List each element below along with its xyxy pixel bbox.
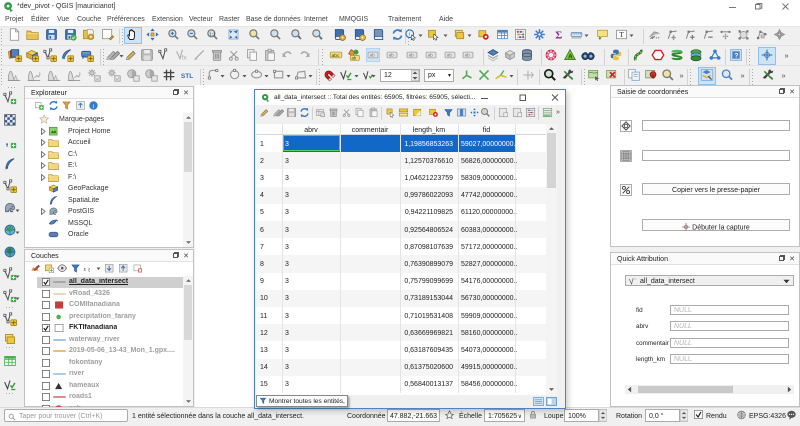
svg-text:ab: ab xyxy=(465,53,471,58)
svg-text:ε: ε xyxy=(84,267,87,273)
svg-text:ab: ab xyxy=(370,53,376,58)
svg-text:fx: fx xyxy=(182,55,188,62)
svg-text:»: » xyxy=(740,71,744,80)
svg-text:++: ++ xyxy=(655,35,661,40)
svg-text:ab: ab xyxy=(409,53,415,58)
svg-text:A: A xyxy=(568,54,573,61)
svg-text:Σ: Σ xyxy=(555,29,562,41)
svg-text:ab: ab xyxy=(428,53,434,58)
svg-text:ab: ab xyxy=(352,55,357,60)
svg-text:STL: STL xyxy=(181,73,193,80)
svg-text:?: ? xyxy=(734,52,738,59)
svg-text:ξ: ξ xyxy=(88,267,90,272)
svg-text:1:1: 1:1 xyxy=(209,31,216,36)
svg-text:ab: ab xyxy=(389,53,395,58)
svg-text:,: , xyxy=(5,136,8,148)
svg-text:ab: ab xyxy=(447,53,453,58)
svg-text:abc: abc xyxy=(331,53,339,59)
svg-text:»: » xyxy=(781,71,785,80)
svg-text:»: » xyxy=(784,51,788,60)
svg-text:»: » xyxy=(679,71,683,80)
svg-text:T: T xyxy=(619,30,624,39)
